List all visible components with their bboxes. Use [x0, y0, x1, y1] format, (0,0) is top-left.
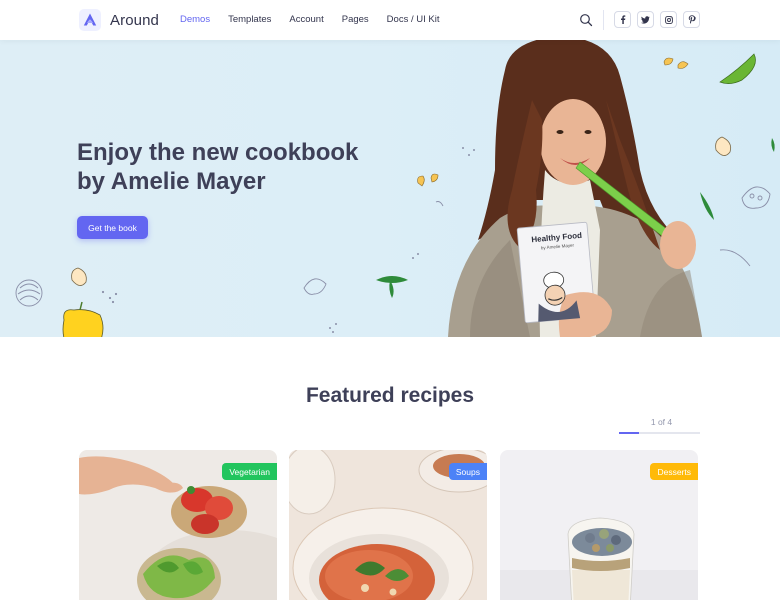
pager-count: 1 of 4 [650, 417, 673, 427]
get-the-book-button[interactable]: Get the book [77, 216, 148, 239]
pinterest-icon[interactable] [683, 11, 700, 28]
facebook-icon[interactable] [614, 11, 631, 28]
navbar: Around Demos Templates Account Pages Doc… [0, 0, 780, 40]
brand[interactable]: Around [79, 9, 159, 31]
nav-divider [603, 10, 604, 30]
badge-vegetarian: Vegetarian [222, 463, 277, 480]
recipe-card-vegetarian[interactable]: Vegetarian [79, 450, 277, 600]
twitter-icon[interactable] [637, 11, 654, 28]
green-chili-doodle-icon [719, 53, 756, 84]
social-links [614, 11, 700, 28]
around-logo-icon [79, 9, 101, 31]
nav-templates[interactable]: Templates [228, 14, 271, 25]
onion-doodle-icon [15, 279, 43, 307]
hero-banner: Enjoy the new cookbook by Amelie Mayer G… [0, 40, 780, 337]
nav-docs-ui-kit[interactable]: Docs / UI Kit [387, 14, 440, 25]
badge-soups: Soups [448, 463, 487, 480]
nav-account[interactable]: Account [289, 14, 323, 25]
hero-title-line-2: by Amelie Mayer [77, 168, 266, 195]
instagram-icon[interactable] [660, 11, 677, 28]
recipe-card-desserts[interactable]: Desserts [500, 450, 698, 600]
hero-title: Enjoy the new cookbook by Amelie Mayer [77, 138, 397, 196]
featured-recipes-title: Featured recipes [305, 384, 475, 407]
pager-progress-track [619, 432, 700, 434]
pager-progress-fill [619, 432, 640, 434]
nav-demos[interactable]: Demos [180, 14, 210, 25]
recipe-card-soups[interactable]: Soups [289, 450, 487, 600]
badge-desserts: Desserts [650, 463, 698, 480]
carousel-pager: 1 of 4 [619, 417, 700, 434]
search-icon[interactable] [579, 13, 593, 27]
main-nav: Demos Templates Account Pages Docs / UI … [180, 14, 457, 25]
yellow-pepper-doodle-icon [62, 301, 104, 337]
brand-name: Around [110, 11, 159, 29]
hero-title-line-1: Enjoy the new cookbook [77, 139, 359, 166]
chef-photo [448, 40, 702, 337]
nav-pages[interactable]: Pages [342, 14, 369, 25]
